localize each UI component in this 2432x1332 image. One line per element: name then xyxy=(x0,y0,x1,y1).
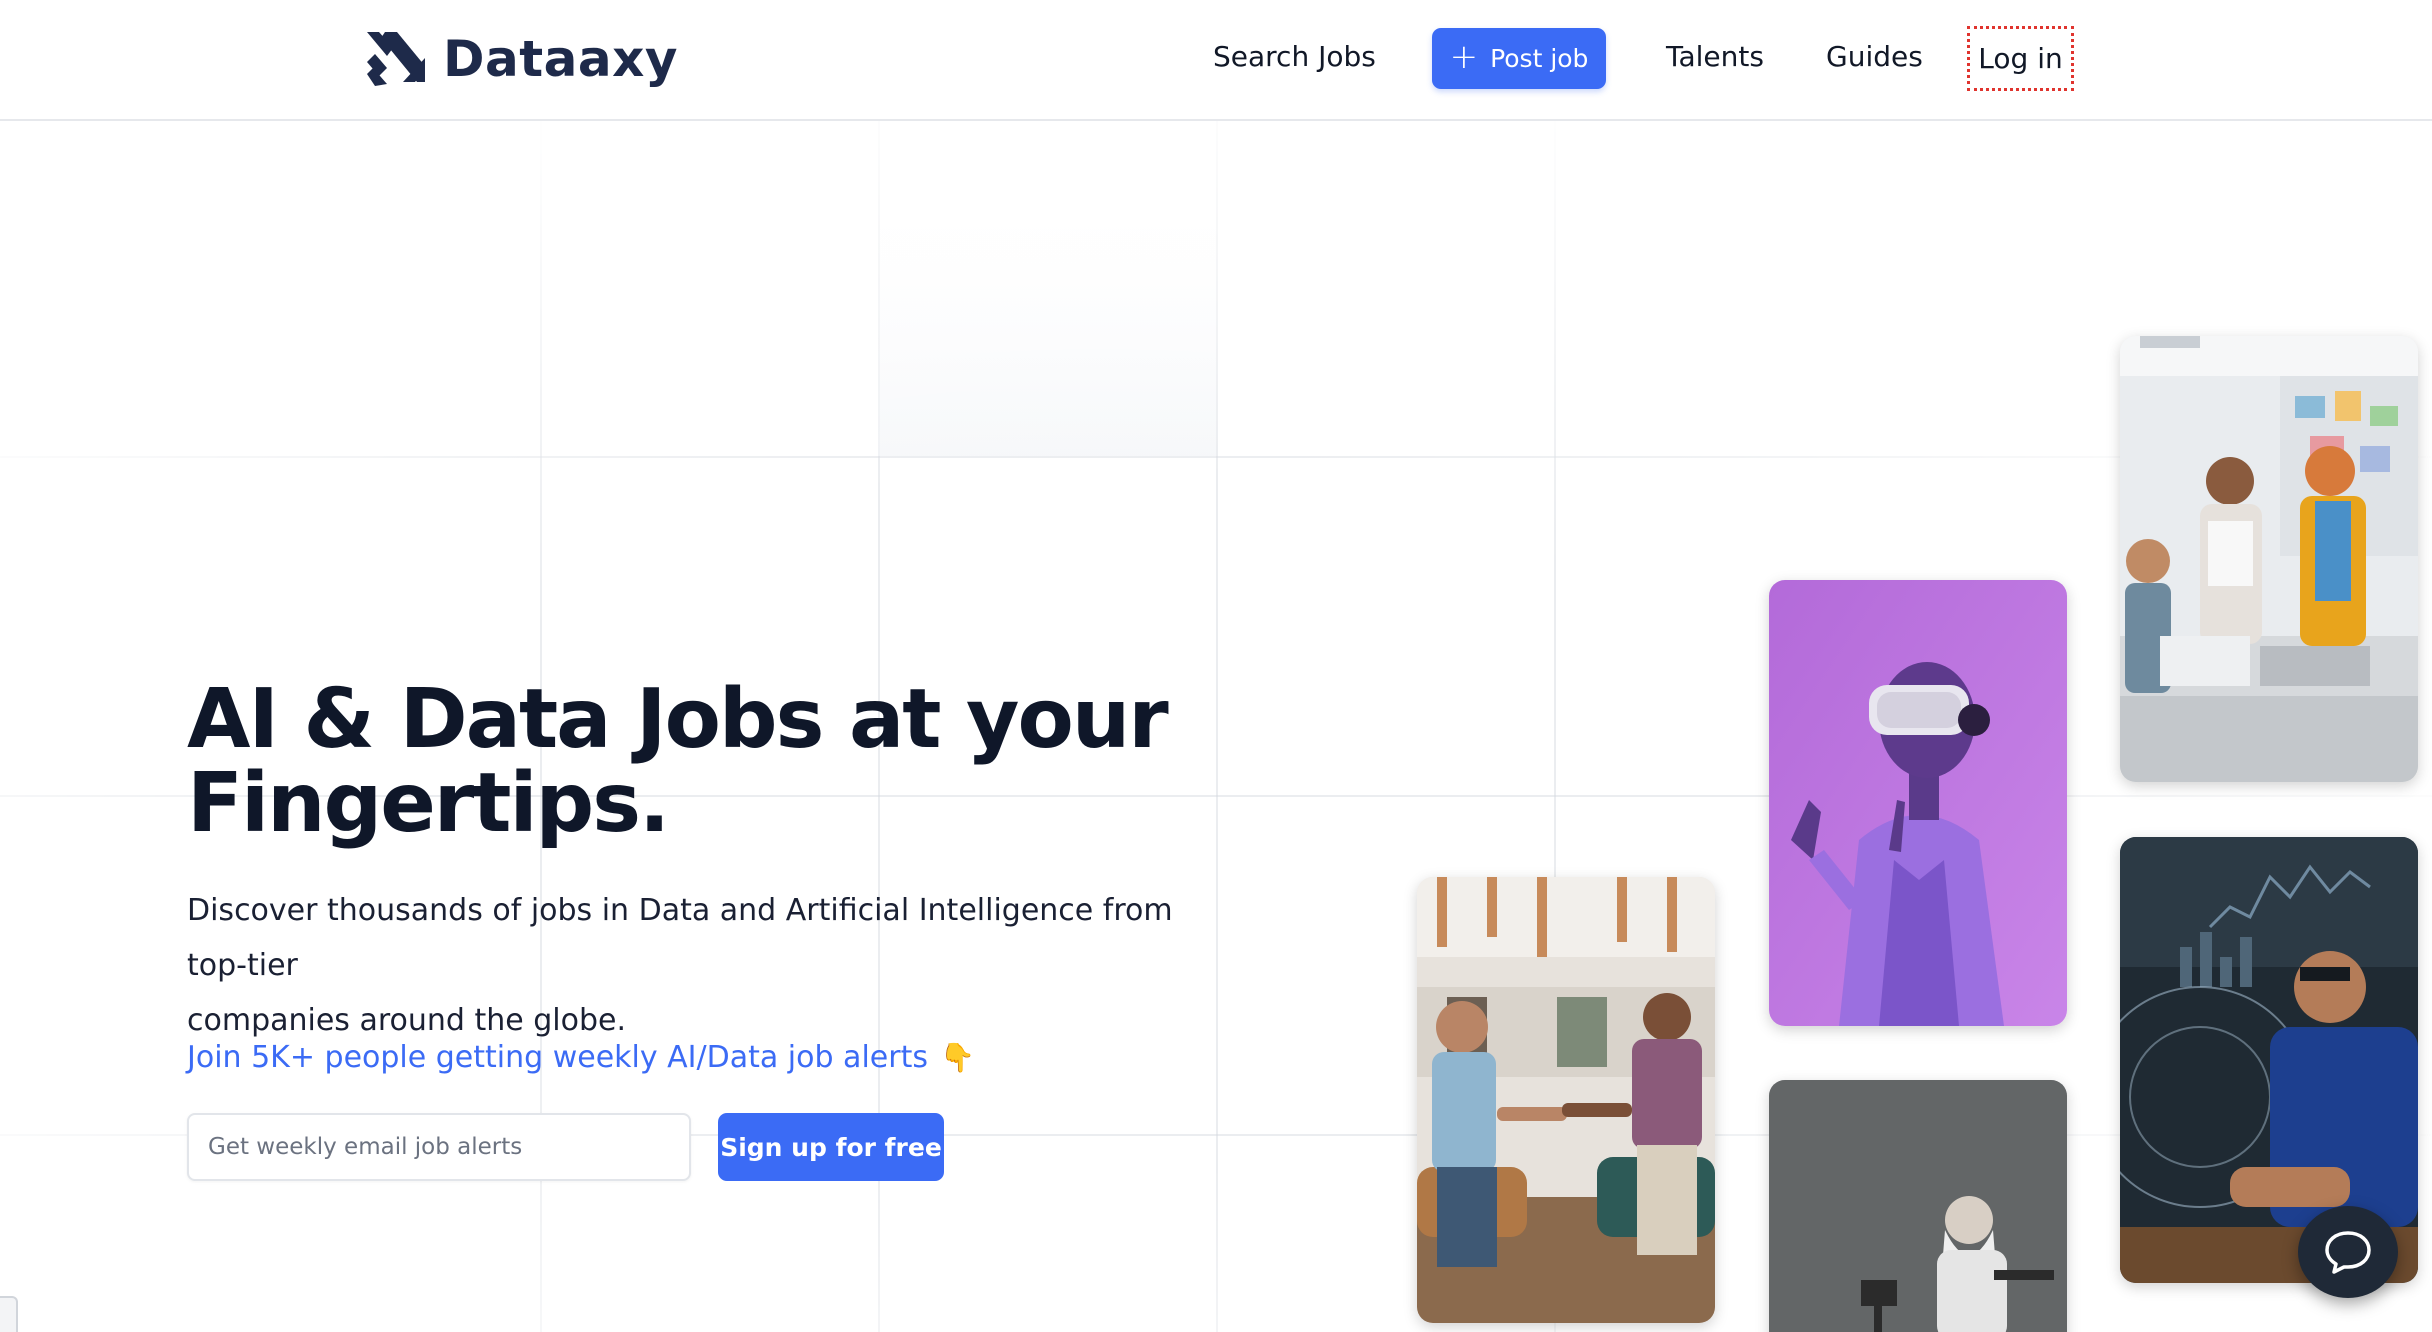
login-link[interactable]: Log in xyxy=(1967,26,2074,91)
job-alerts-text: Join 5K+ people getting weekly AI/Data j… xyxy=(187,1040,928,1075)
brand-name: Dataaxy xyxy=(443,30,678,88)
page: Dataaxy Search Jobs + Post job Talents G… xyxy=(0,0,2432,1332)
nav-talents[interactable]: Talents xyxy=(1666,40,1764,73)
side-handle[interactable] xyxy=(0,1296,18,1332)
hero-headline: AI & Data Jobs at your Fingertips. xyxy=(187,678,1287,846)
nav-guides[interactable]: Guides xyxy=(1826,40,1923,73)
hero-subtitle-line2: companies around the globe. xyxy=(187,1003,627,1038)
hero-headline-line1: AI & Data Jobs at your xyxy=(187,672,1169,767)
grid-cell-highlight xyxy=(878,220,1216,456)
email-alert-input[interactable] xyxy=(187,1113,691,1181)
hero-subtitle: Discover thousands of jobs in Data and A… xyxy=(187,883,1237,1048)
chat-widget-button[interactable] xyxy=(2298,1206,2398,1298)
handshake-meeting-photo xyxy=(1417,877,1715,1323)
plus-icon: + xyxy=(1449,37,1479,77)
dataaxy-logo-icon xyxy=(367,32,425,86)
post-job-button[interactable]: + Post job xyxy=(1432,28,1606,89)
photographer-photo xyxy=(1769,1080,2067,1332)
hero-subtitle-line1: Discover thousands of jobs in Data and A… xyxy=(187,893,1173,983)
brand-logo[interactable]: Dataaxy xyxy=(363,26,678,92)
team-office-photo xyxy=(2120,336,2418,782)
job-alerts-callout: Join 5K+ people getting weekly AI/Data j… xyxy=(187,1040,975,1075)
chat-bubble-icon xyxy=(2325,1231,2371,1274)
pointing-down-icon: 👇 xyxy=(939,1041,975,1074)
hero-headline-line2: Fingertips. xyxy=(187,756,670,851)
signup-button[interactable]: Sign up for free xyxy=(718,1113,944,1181)
vr-headset-photo xyxy=(1769,580,2067,1026)
top-navbar: Dataaxy Search Jobs + Post job Talents G… xyxy=(0,0,2432,121)
post-job-label: Post job xyxy=(1490,44,1589,73)
nav-search-jobs[interactable]: Search Jobs xyxy=(1213,40,1376,73)
